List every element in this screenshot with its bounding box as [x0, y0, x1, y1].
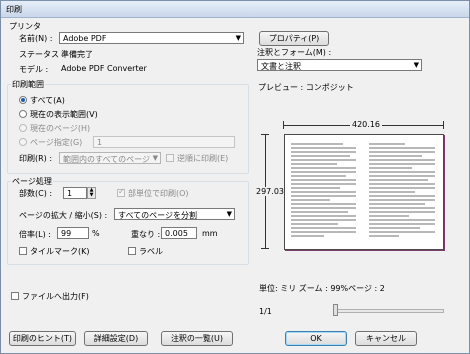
summarize-comments-button[interactable]: 注釈の一覧(U) [161, 331, 233, 346]
scaling-value: すべてのページを分割 [118, 211, 197, 220]
window-title: 印刷 [6, 5, 22, 14]
width-measure-tick-right [443, 121, 444, 129]
width-measure-label: 420.16 [350, 120, 382, 129]
page-preview [284, 134, 444, 250]
current-view-label: 現在の表示範囲(V) [30, 110, 98, 119]
chevron-down-icon: ▼ [226, 210, 232, 218]
subset-value: 範囲内のすべてのページ [63, 155, 150, 164]
cancel-button[interactable]: キャンセル [355, 331, 417, 346]
page-counter: 1/1 [259, 307, 272, 316]
all-pages-radio[interactable] [19, 96, 27, 104]
page-slider-track[interactable] [334, 309, 444, 313]
title-bar: 印刷 [1, 1, 469, 18]
copies-value: 1 [67, 189, 73, 198]
height-measure-tick-top [261, 134, 269, 135]
ok-button[interactable]: OK [285, 331, 347, 346]
current-page-radio[interactable] [19, 124, 27, 132]
reverse-pages-checkbox[interactable] [166, 154, 174, 162]
all-pages-label: すべて(A) [30, 96, 65, 105]
labels-label: ラベル [139, 247, 163, 256]
current-view-radio[interactable] [19, 110, 27, 118]
printer-status-label: ステータス : [19, 50, 65, 59]
printer-status-value: 準備完了 [61, 50, 93, 59]
printer-name-label: 名前(N) : [19, 34, 53, 43]
current-page-label: 現在のページ(H) [30, 124, 91, 133]
page-handling-label: ページ処理 [11, 176, 53, 187]
printer-name-select[interactable]: Adobe PDF ▼ [59, 32, 244, 44]
print-to-file-checkbox[interactable] [11, 292, 19, 300]
scaling-label: ページの拡大 / 縮小(S) : [19, 211, 108, 220]
advanced-button[interactable]: 詳細設定(D) [84, 331, 148, 346]
print-range-label: 印刷範囲 [11, 79, 45, 90]
pages-input-value: 1 [97, 138, 103, 147]
zoom-unit: % [92, 229, 100, 238]
pages-label: ページ指定(G) [30, 138, 83, 147]
printer-name-value: Adobe PDF [63, 34, 107, 43]
chevron-down-icon: ▼ [152, 154, 158, 162]
overlap-label: 重なり : [131, 230, 161, 239]
printer-group-label: プリンタ [9, 22, 41, 31]
printing-tips-button[interactable]: 印刷のヒント(T) [9, 331, 76, 346]
chevron-down-icon: ▼ [235, 34, 241, 42]
subset-select[interactable]: 範囲内のすべてのページ ▼ [59, 152, 161, 164]
scaling-select[interactable]: すべてのページを分割 ▼ [114, 208, 235, 220]
zoom-input[interactable]: 99 [57, 227, 89, 239]
page-preview-right-column [369, 143, 435, 239]
comments-forms-label: 注釈とフォーム(M) : [257, 48, 332, 57]
reverse-pages-label: 逆順に印刷(E) [177, 154, 229, 163]
chevron-down-icon: ▼ [413, 61, 419, 69]
labels-checkbox[interactable] [128, 247, 136, 255]
page-slider-thumb[interactable] [333, 304, 338, 316]
height-measure-tick-bottom [261, 248, 269, 249]
overlap-unit: mm [202, 229, 218, 238]
pages-radio[interactable] [19, 138, 27, 146]
tile-marks-label: タイルマーク(K) [30, 247, 90, 256]
collate-label: 部単位で印刷(O) [128, 189, 189, 198]
printer-model-label: モデル : [19, 65, 49, 74]
subset-label: 印刷(R) : [19, 154, 53, 163]
copies-input[interactable]: 1 [63, 187, 87, 199]
preview-label: プレビュー : コンポジット [258, 83, 354, 92]
collate-checkbox[interactable] [117, 187, 125, 197]
preview-status: 単位: ミリ ズーム : 99%ページ : 2 [259, 284, 385, 293]
tile-marks-checkbox[interactable] [19, 247, 27, 255]
properties-button[interactable]: プロパティ(P) [259, 31, 329, 46]
copies-spinner[interactable]: ▲ ▼ [87, 187, 96, 199]
width-measure-tick-left [283, 121, 284, 129]
comments-forms-value: 文書と注釈 [261, 62, 301, 71]
overlap-input[interactable]: 0.005 [161, 227, 197, 239]
printer-model-value: Adobe PDF Converter [61, 64, 147, 73]
print-to-file-label: ファイルへ出力(F) [22, 292, 89, 301]
comments-forms-select[interactable]: 文書と注釈 ▼ [257, 59, 422, 71]
height-measure-label: 297.03 [256, 187, 284, 196]
copies-label: 部数(C) : [19, 189, 53, 198]
zoom-value: 99 [61, 229, 72, 238]
overlap-value: 0.005 [165, 229, 188, 238]
zoom-label: 倍率(L) : [19, 230, 51, 239]
print-dialog: 印刷 プリンタ 名前(N) : Adobe PDF ▼ プロパティ(P) ステー… [0, 0, 470, 354]
pages-input[interactable]: 1 [93, 136, 235, 148]
page-preview-left-column [291, 143, 356, 239]
